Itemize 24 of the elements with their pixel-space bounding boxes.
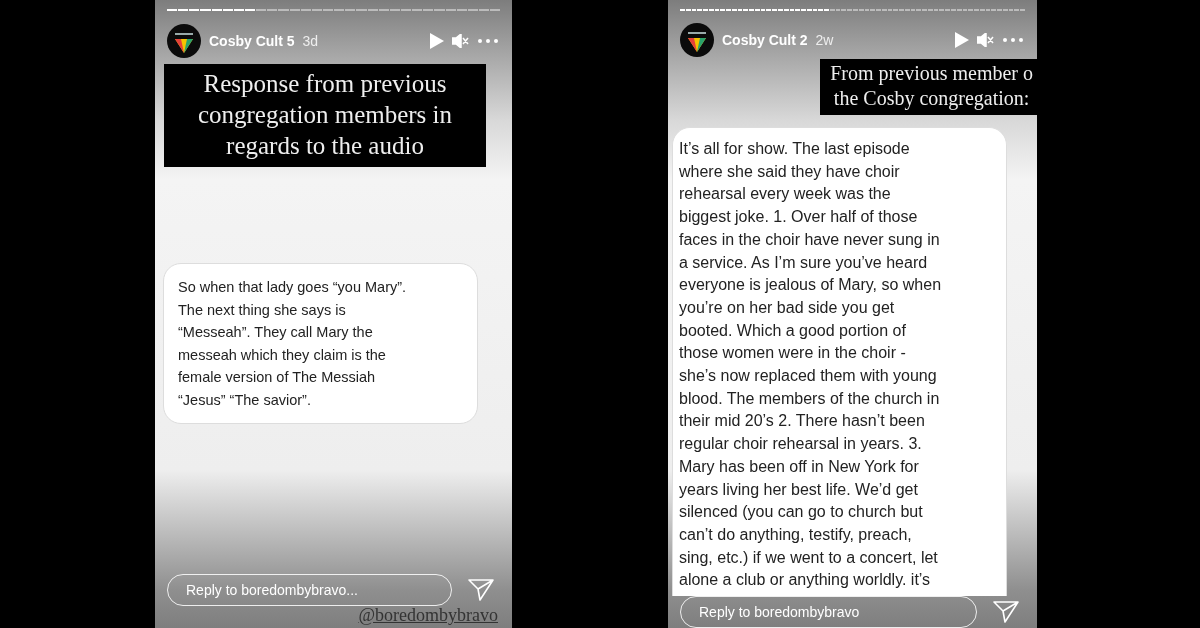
caption-text: regards to the audio (225, 131, 425, 161)
post-age: 2w (815, 32, 834, 48)
account-name[interactable]: Cosby Cult 2 (722, 32, 808, 48)
caption-text: the Cosby congregation: (832, 86, 1031, 111)
reply-field[interactable]: Reply to boredombybravo... (167, 574, 452, 606)
message-text: So when that lady goes “you Mary”. The next thing she says is “Messeah”. They call Mary the messeah which they claim is the female version of The Messiah “Jesus” “The savior”. (178, 278, 408, 410)
play-icon[interactable] (955, 32, 969, 48)
account-name[interactable]: Cosby Cult 5 (209, 33, 295, 49)
avatar-icon[interactable] (680, 23, 714, 57)
send-icon[interactable] (468, 578, 494, 602)
caption-text: From previous member o (830, 61, 1033, 86)
more-icon[interactable] (478, 39, 498, 43)
mute-icon[interactable] (977, 33, 995, 47)
play-icon[interactable] (430, 33, 444, 49)
caption-text: Response from previous (202, 69, 448, 99)
mute-icon[interactable] (452, 34, 470, 48)
send-icon[interactable] (993, 600, 1019, 625)
more-icon[interactable] (1003, 38, 1023, 42)
caption-text: congregation members in (196, 100, 454, 130)
avatar-icon[interactable] (167, 24, 201, 58)
handle-text: @boredombybravo (358, 605, 498, 626)
message-text: It’s all for show. The last episode where she said they have choir rehearsal every week was the biggest joke. 1. Over half of those faces in the choir have never sung in a service. As I’m sure you’ve heard everyone is jealous of Mary, so when you’re on her bad side you get booted. Which a good portion of those women were in the choir - she’s now replaced them with young blood. The members of the church in their mid 20’s 2. There hasn’t been regular choir rehearsal in years. 3. Mary has been off in New York for years living her best life. We’d get silenced (you can go to church but can’t do anything, testify, preach, sing, etc.) if we went to a concert, let alone a club or anything worldly. it’s (679, 139, 943, 591)
reply-field[interactable]: Reply to boredombybravo (680, 596, 977, 628)
post-age: 3d (302, 33, 319, 49)
